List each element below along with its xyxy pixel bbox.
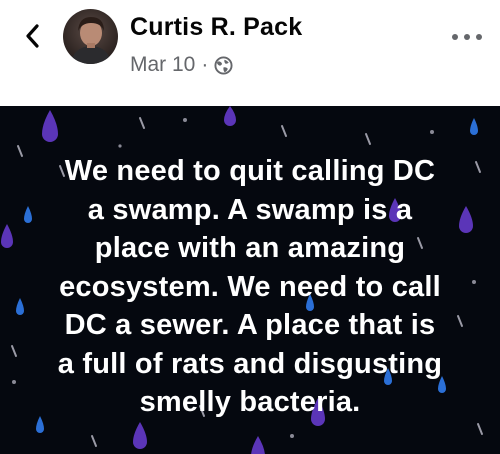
more-options-button[interactable] [452,27,482,47]
meta-separator: · [201,53,209,76]
avatar[interactable] [63,9,118,64]
globe-icon[interactable] [214,55,233,75]
chevron-left-icon [26,24,39,48]
post-text-line: a full of rats and disgusting [57,347,443,380]
post-text-line: a swamp. A swamp is a [87,193,413,226]
post-text-line: place with an amazing [94,232,406,264]
post-header: Curtis R. Pack Mar 10 · [0,0,500,106]
post-text-line: smelly bacteria. [139,386,361,418]
author-name[interactable]: Curtis R. Pack [130,13,302,42]
post-text: We need to quit calling DC a swamp. A sw… [20,152,480,422]
post-text-line: We need to quit calling DC [64,155,436,187]
post-background: We need to quit calling DC a swamp. A sw… [0,106,500,454]
more-dots-icon [452,34,458,40]
post-date[interactable]: Mar 10 [130,53,195,77]
back-button[interactable] [18,22,46,50]
post-meta: Mar 10 · [130,51,233,79]
post-text-line: DC a sewer. A place that is [64,309,436,341]
post-text-line: ecosystem. We need to call [59,270,441,303]
